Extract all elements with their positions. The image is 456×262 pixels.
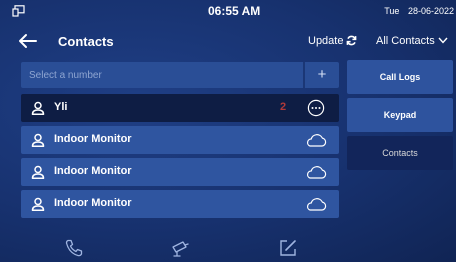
status-time: 06:55 AM bbox=[208, 4, 261, 18]
cloud-icon bbox=[306, 134, 327, 147]
update-button[interactable]: Update bbox=[308, 35, 357, 47]
contact-name: Yli bbox=[54, 101, 68, 113]
person-icon bbox=[31, 197, 45, 211]
status-bar: 06:55 AM Tue 28-06-2022 bbox=[0, 0, 456, 22]
status-day: Tue bbox=[384, 6, 400, 16]
update-label: Update bbox=[308, 35, 344, 47]
contact-badge: 2 bbox=[280, 101, 287, 113]
cloud-icon bbox=[306, 198, 327, 211]
keypad-button[interactable]: Keypad bbox=[347, 98, 453, 132]
contacts-filter-dropdown[interactable]: All Contacts bbox=[376, 35, 448, 47]
screen-mirror-icon bbox=[12, 5, 25, 17]
header: Contacts Update All Contacts bbox=[0, 24, 456, 58]
back-arrow-icon[interactable] bbox=[18, 32, 38, 50]
page-title: Contacts bbox=[58, 34, 114, 49]
filter-label: All Contacts bbox=[376, 35, 435, 47]
contact-row[interactable]: Indoor Monitor bbox=[21, 190, 339, 218]
contact-name: Indoor Monitor bbox=[54, 133, 132, 145]
camera-icon[interactable] bbox=[170, 238, 190, 258]
chevron-down-icon bbox=[438, 37, 448, 44]
person-icon bbox=[31, 165, 45, 179]
status-date-value: 28-06-2022 bbox=[407, 6, 454, 16]
refresh-icon bbox=[347, 35, 357, 46]
edit-icon[interactable] bbox=[278, 238, 298, 258]
contacts-button[interactable]: Contacts bbox=[347, 136, 453, 170]
contact-row[interactable]: Indoor Monitor bbox=[21, 158, 339, 186]
add-contact-button[interactable]: + bbox=[305, 62, 339, 88]
status-date: Tue 28-06-2022 bbox=[378, 6, 454, 16]
bottom-nav-bar bbox=[0, 234, 456, 262]
contacts-list-panel: + Yli 2 Indoor Monitor Indo bbox=[21, 62, 339, 220]
contact-name: Indoor Monitor bbox=[54, 197, 132, 209]
contact-row[interactable]: Yli 2 bbox=[21, 94, 339, 122]
search-bar: + bbox=[21, 62, 339, 88]
person-icon bbox=[31, 133, 45, 147]
contact-name: Indoor Monitor bbox=[54, 165, 132, 177]
contact-row[interactable]: Indoor Monitor bbox=[21, 126, 339, 154]
search-input[interactable] bbox=[21, 62, 303, 88]
cloud-icon bbox=[306, 166, 327, 179]
person-icon bbox=[31, 101, 45, 115]
more-icon[interactable] bbox=[307, 99, 325, 117]
phone-icon[interactable] bbox=[64, 238, 84, 258]
call-logs-button[interactable]: Call Logs bbox=[347, 60, 453, 94]
